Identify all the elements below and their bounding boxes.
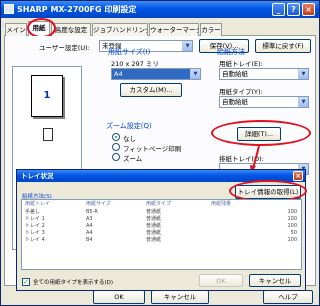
tray-type: 普通紙 (146, 209, 162, 215)
tray-name: トレイ 1 (25, 216, 45, 222)
table-row[interactable]: トレイ 1 A3 普通紙 100 (22, 216, 301, 223)
tray-remaining: 100 (287, 223, 297, 229)
tray-remaining: 100 (287, 209, 297, 215)
column-header: 用紙残量 (211, 201, 232, 207)
close-icon[interactable]: × (293, 171, 303, 181)
table-row[interactable]: トレイ 3 A4 普通紙 50 (22, 230, 301, 237)
tray-table: 用紙トレイ 用紙サイズ 用紙タイプ 用紙残量 手差し B5-R 普通紙 100 … (21, 199, 302, 270)
tray-dialog-title: トレイ状況 (21, 172, 54, 180)
show-all-types-label: 全ての用紙タイプを表示する(D) (33, 280, 114, 286)
tray-cancel-button[interactable]: キャンセル (249, 274, 301, 287)
tray-remaining: 100 (287, 216, 297, 222)
tray-size: A4 (86, 223, 93, 229)
tray-remaining: 100 (287, 237, 297, 243)
tray-type: 普通紙 (146, 237, 162, 243)
tray-size: A3 (86, 216, 93, 222)
tray-name: トレイ 4 (25, 237, 45, 243)
tray-table-header: 用紙トレイ 用紙サイズ 用紙タイプ 用紙残量 (22, 201, 301, 208)
tray-type: 普通紙 (146, 223, 162, 229)
show-all-types-checkbox[interactable]: ✓ (22, 278, 30, 286)
tray-size: B5-R (86, 209, 98, 215)
tray-name: トレイ 2 (25, 223, 45, 229)
table-row[interactable]: トレイ 4 B4 普通紙 100 (22, 237, 301, 244)
tray-type: 普通紙 (146, 216, 162, 222)
column-header: 用紙サイズ (86, 201, 111, 207)
table-row[interactable]: トレイ 2 A4 普通紙 100 (22, 223, 301, 230)
column-header: 用紙タイプ (146, 201, 172, 207)
print-settings-window: SHARP MX-2700FG 印刷設定 _ ? × メイン 用紙 高度な設定 … (0, 0, 320, 306)
column-header: 用紙トレイ (25, 201, 51, 207)
table-row[interactable]: 手差し B5-R 普通紙 100 (22, 209, 301, 216)
tray-size: A4 (86, 230, 93, 236)
tray-ok-button[interactable]: OK (199, 274, 243, 287)
tray-remaining: 50 (290, 230, 297, 236)
tray-size: B4 (86, 237, 93, 243)
tray-status-dialog: トレイ状況 × トレイ情報の取得(L) 給紙方法(S) 用紙トレイ 用紙サイズ … (16, 169, 307, 291)
tray-name: トレイ 3 (25, 230, 45, 236)
tray-type: 普通紙 (146, 230, 162, 236)
tray-name: 手差し (25, 209, 41, 215)
